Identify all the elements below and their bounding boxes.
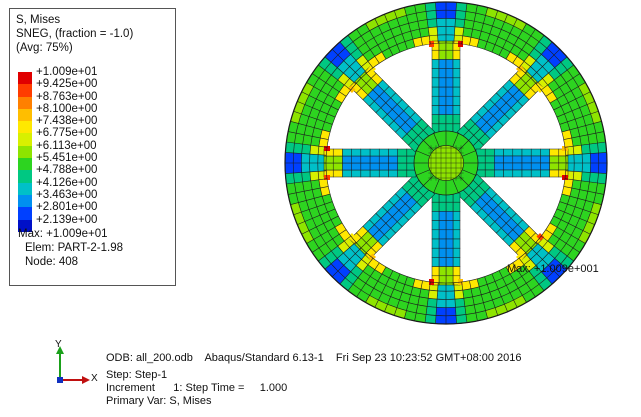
legend-tick: +2.139e+00 xyxy=(36,213,98,226)
legend-tick: +6.775e+00 xyxy=(36,127,98,140)
odb-info: ODB: all_200.odb Abaqus/Standard 6.13-1 … xyxy=(106,352,522,364)
legend-tick: +5.451e+00 xyxy=(36,152,98,165)
legend-swatch xyxy=(18,145,32,159)
legend-tick: +7.438e+00 xyxy=(36,115,98,128)
legend-swatch xyxy=(18,72,32,85)
primary-var-info: Primary Var: S, Mises xyxy=(106,395,212,407)
legend-tick: +6.113e+00 xyxy=(36,139,97,152)
wheel-spoke xyxy=(475,146,569,180)
triad-y-label: Y xyxy=(55,339,62,350)
legend-tick: +3.463e+00 xyxy=(36,188,98,201)
step-info: Step: Step-1 xyxy=(106,369,168,381)
legend-max: Max: +1.009e+01 xyxy=(18,228,108,240)
increment-info: Increment 1: Step Time = 1.000 xyxy=(106,382,288,394)
legend-elem: Elem: PART-2-1.98 xyxy=(25,242,124,254)
legend-swatch xyxy=(18,170,32,183)
legend-swatch xyxy=(18,96,32,109)
legend-swatch xyxy=(18,121,32,134)
legend-tick: +8.763e+00 xyxy=(36,90,98,103)
legend-tick: +4.788e+00 xyxy=(36,164,98,177)
max-annotation: Max: +1.009e+001 xyxy=(507,263,599,275)
legend-swatch xyxy=(18,84,32,97)
triad-x-label: X xyxy=(91,373,98,384)
legend-node: Node: 408 xyxy=(25,256,79,268)
wheel-spoke xyxy=(323,146,417,180)
wheel-spoke xyxy=(429,192,463,286)
contour-legend: S, Mises SNEG, (fraction = -1.0) (Avg: 7… xyxy=(9,8,176,286)
legend-avg: (Avg: 75%) xyxy=(16,42,73,54)
legend-tick: +4.126e+00 xyxy=(36,176,98,189)
legend-swatch xyxy=(18,158,32,171)
legend-swatch xyxy=(18,133,32,146)
legend-tick: +1.009e+01 xyxy=(36,66,98,78)
legend-tick: +9.425e+00 xyxy=(36,78,98,91)
wheel-contour-plot[interactable] xyxy=(280,0,641,340)
legend-subtitle: SNEG, (fraction = -1.0) xyxy=(16,28,134,40)
legend-swatch xyxy=(18,108,32,122)
legend-swatch xyxy=(18,194,32,208)
legend-swatch xyxy=(18,182,32,195)
legend-tick: +2.801e+00 xyxy=(36,201,98,214)
legend-tick: +8.100e+00 xyxy=(36,102,98,115)
legend-swatch xyxy=(18,207,32,220)
wheel-spoke xyxy=(429,40,463,134)
legend-color-bar xyxy=(18,72,32,232)
legend-tick-labels: +1.009e+01 +9.425e+00 +8.763e+00 +8.100e+00… xyxy=(36,66,97,226)
legend-title: S, Mises xyxy=(16,14,61,26)
